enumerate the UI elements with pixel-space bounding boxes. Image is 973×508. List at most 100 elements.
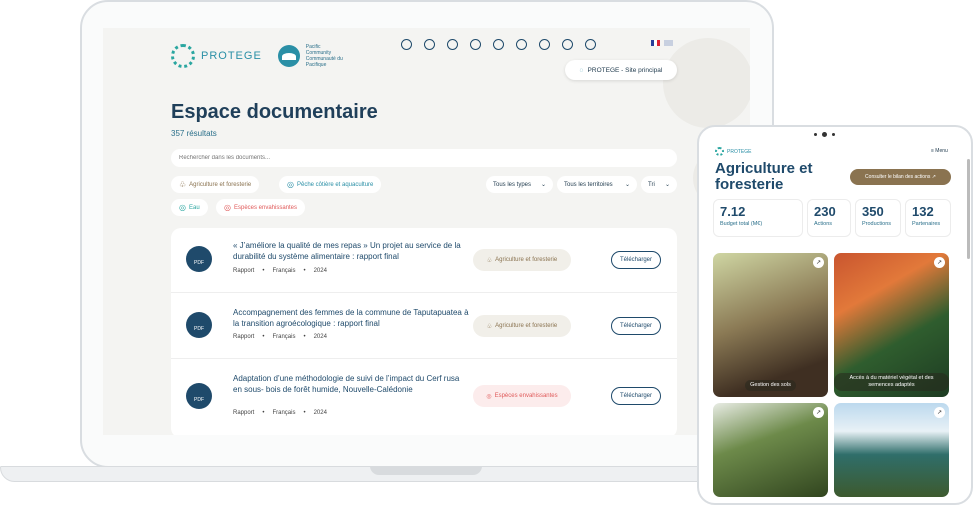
territory-select-value: Tous les territoires (564, 181, 613, 188)
chip-label: Agriculture et foresterie (189, 181, 252, 188)
pacific-community-logo-text: Pacific Community Communauté du Pacifiqu… (305, 44, 343, 68)
stat-label: Partenaires (912, 221, 941, 227)
filter-chip-agriculture[interactable]: ♧ Agriculture et foresterie (171, 176, 260, 193)
device-mockup: PROTEGE Pacific Community Communauté du … (0, 0, 973, 508)
document-year: 2024 (313, 410, 327, 416)
document-type: Rapport (233, 268, 255, 274)
card-materiel-vegetal[interactable]: ↗ Accès à du matériel végétal et des sem… (834, 253, 949, 397)
document-row[interactable]: PDF Adaptation d’une méthodologie de sui… (171, 359, 677, 435)
tablet-logo[interactable]: PROTEGE (715, 147, 751, 156)
pdf-file-icon: PDF (186, 246, 212, 272)
card-gestion-sols[interactable]: ↗ Gestion des sols (713, 253, 828, 397)
flag-en-icon[interactable] (664, 40, 673, 46)
card-label: Gestion des sols (745, 380, 796, 391)
document-language: Français (272, 410, 296, 416)
download-button[interactable]: Télécharger (611, 387, 661, 405)
search-input[interactable] (171, 149, 677, 167)
page-title: Espace documentaire (171, 101, 378, 123)
invasive-species-icon: ◎ (224, 203, 231, 212)
stat-label: Productions (862, 221, 892, 227)
partner-logo-icon[interactable] (562, 39, 573, 50)
stat-actions: 230 Actions (807, 199, 851, 237)
arrow-up-right-icon: ↗ (813, 407, 824, 418)
protege-logo-text: PROTEGE (201, 50, 262, 62)
main-site-button-label: PROTEGE - Site principal (587, 66, 663, 74)
document-title[interactable]: Adaptation d’une méthodologie de suivi d… (233, 374, 469, 395)
partner-logo-icon[interactable] (493, 39, 504, 50)
bilan-button[interactable]: Consulter le bilan des actions ↗ (850, 169, 951, 185)
language-switcher (651, 40, 673, 46)
partner-logo-icon[interactable] (447, 39, 458, 50)
document-year: 2024 (313, 268, 327, 274)
document-list: PDF « J’améliore la qualité de mes repas… (171, 228, 677, 435)
stat-value: 132 (912, 204, 934, 219)
document-type: Rapport (233, 334, 255, 340)
document-title[interactable]: « J’améliore la qualité de mes repas » U… (233, 241, 469, 262)
filter-chip-especes[interactable]: ◎ Espèces envahissantes (216, 199, 306, 216)
card-image-3[interactable]: ↗ (713, 403, 828, 497)
arrow-up-right-icon: ↗ (934, 407, 945, 418)
chip-label: Eau (188, 204, 200, 211)
pin-icon: ◌ (579, 66, 584, 74)
document-title[interactable]: Accompagnement des femmes de la commune … (233, 308, 469, 329)
download-button[interactable]: Télécharger (611, 317, 661, 335)
stat-budget: 7.12 Budget total (M€) (713, 199, 803, 237)
download-button[interactable]: Télécharger (611, 251, 661, 269)
sort-select-value: Tri (648, 181, 655, 188)
laptop-notch (370, 466, 482, 475)
water-icon: ◎ (179, 203, 186, 212)
leaf-icon: ♧ (179, 180, 187, 189)
stat-value: 7.12 (720, 204, 746, 219)
menu-button[interactable]: ≡ Menu (931, 148, 948, 154)
partner-logo-icon[interactable] (401, 39, 412, 50)
filter-chip-peche[interactable]: ◎ Pêche côtière et aquaculture (279, 176, 382, 193)
arrow-up-right-icon: ↗ (934, 257, 945, 268)
type-select-value: Tous les types (493, 181, 532, 188)
header-logos[interactable]: PROTEGE Pacific Community Communauté du … (171, 44, 346, 68)
invasive-species-icon: ◎ (486, 393, 492, 400)
leaf-icon: ♧ (486, 257, 493, 264)
document-row[interactable]: PDF Accompagnement des femmes de la comm… (171, 293, 677, 359)
tablet-camera (814, 132, 835, 137)
tablet-frame: PROTEGE ≡ Menu Agriculture et foresterie… (697, 125, 973, 505)
document-tag: ◎ Espèces envahissantes (473, 385, 571, 407)
flag-fr-icon[interactable] (651, 40, 660, 46)
fish-icon: ◎ (287, 180, 294, 189)
stat-label: Budget total (M€) (720, 221, 763, 227)
partner-logo-icon[interactable] (516, 39, 527, 50)
type-select[interactable]: Tous les types ⌄ (486, 176, 553, 193)
tablet-logo-text: PROTEGE (727, 148, 752, 155)
stat-label: Actions (814, 221, 833, 227)
pdf-file-icon: PDF (186, 383, 212, 409)
chevron-down-icon: ⌄ (540, 182, 546, 188)
partner-logos (401, 39, 596, 50)
main-site-button[interactable]: ◌ PROTEGE - Site principal (565, 60, 677, 80)
document-type: Rapport (233, 410, 255, 416)
document-row[interactable]: PDF « J’améliore la qualité de mes repas… (171, 228, 677, 293)
pacific-community-logo-icon (277, 45, 300, 67)
partner-logo-icon[interactable] (470, 39, 481, 50)
results-count: 357 résultats (171, 129, 217, 138)
leaf-icon: ♧ (486, 323, 493, 330)
stat-productions: 350 Productions (855, 199, 901, 237)
document-year: 2024 (313, 334, 327, 340)
filter-chip-eau[interactable]: ◎ Eau (171, 199, 208, 216)
card-label: Accès à du matériel végétal et des semen… (834, 373, 949, 391)
partner-logo-icon[interactable] (585, 39, 596, 50)
stat-value: 230 (814, 204, 836, 219)
stat-value: 350 (862, 204, 884, 219)
partner-logo-icon[interactable] (539, 39, 550, 50)
document-meta: Rapport • Français • 2024 (233, 334, 327, 340)
territory-select[interactable]: Tous les territoires ⌄ (557, 176, 637, 193)
partner-logo-icon[interactable] (424, 39, 435, 50)
arrow-up-right-icon: ↗ (813, 257, 824, 268)
document-tag: ♧ Agriculture et foresterie (473, 315, 571, 337)
chip-label: Pêche côtière et aquaculture (296, 181, 374, 188)
sort-select[interactable]: Tri ⌄ (641, 176, 677, 193)
scrollbar[interactable] (967, 159, 970, 259)
tablet-screen: PROTEGE ≡ Menu Agriculture et foresterie… (711, 141, 970, 501)
pdf-file-icon: PDF (186, 312, 212, 338)
decorative-shape (663, 38, 750, 128)
laptop-screen: PROTEGE Pacific Community Communauté du … (103, 28, 750, 435)
card-image-4[interactable]: ↗ (834, 403, 949, 497)
